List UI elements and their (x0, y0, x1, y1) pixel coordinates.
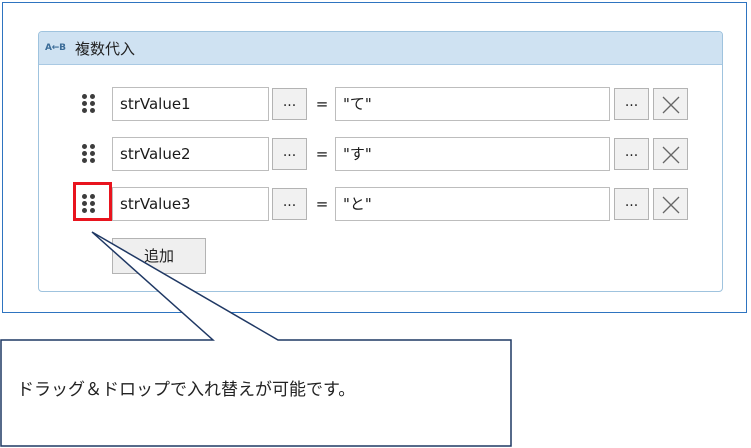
callout-text: ドラッグ＆ドロップで入れ替えが可能です。 (17, 380, 356, 400)
